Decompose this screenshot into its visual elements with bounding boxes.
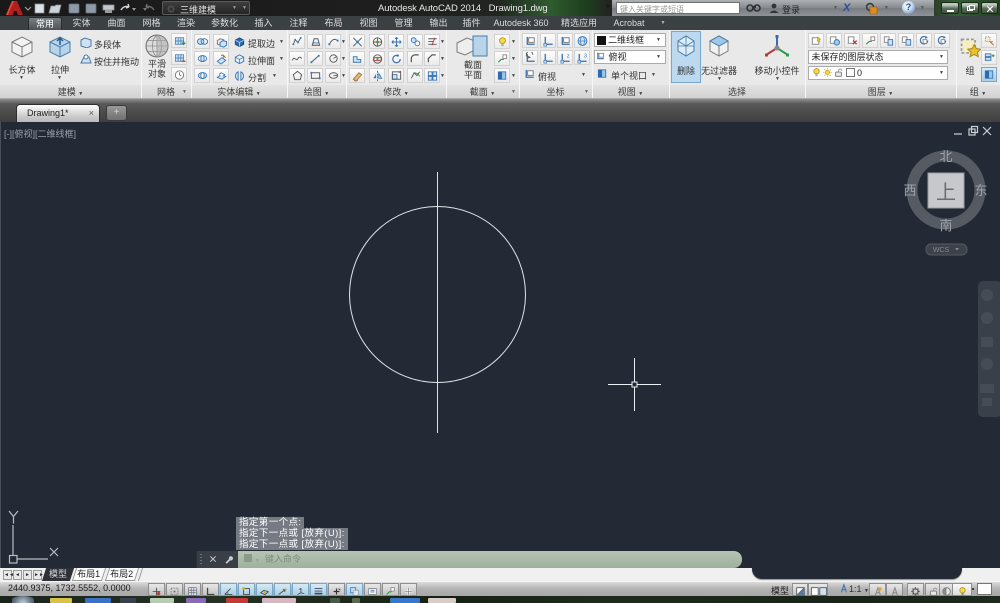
svg-text:上: 上 xyxy=(936,181,956,204)
svg-text:东: 东 xyxy=(974,183,987,198)
svg-text:WCS: WCS xyxy=(933,247,950,254)
svg-text:西: 西 xyxy=(903,183,916,198)
svg-text:北: 北 xyxy=(939,149,952,164)
svg-text:南: 南 xyxy=(939,218,952,233)
svg-text:z: z xyxy=(566,54,569,60)
svg-text:3: 3 xyxy=(583,54,586,60)
